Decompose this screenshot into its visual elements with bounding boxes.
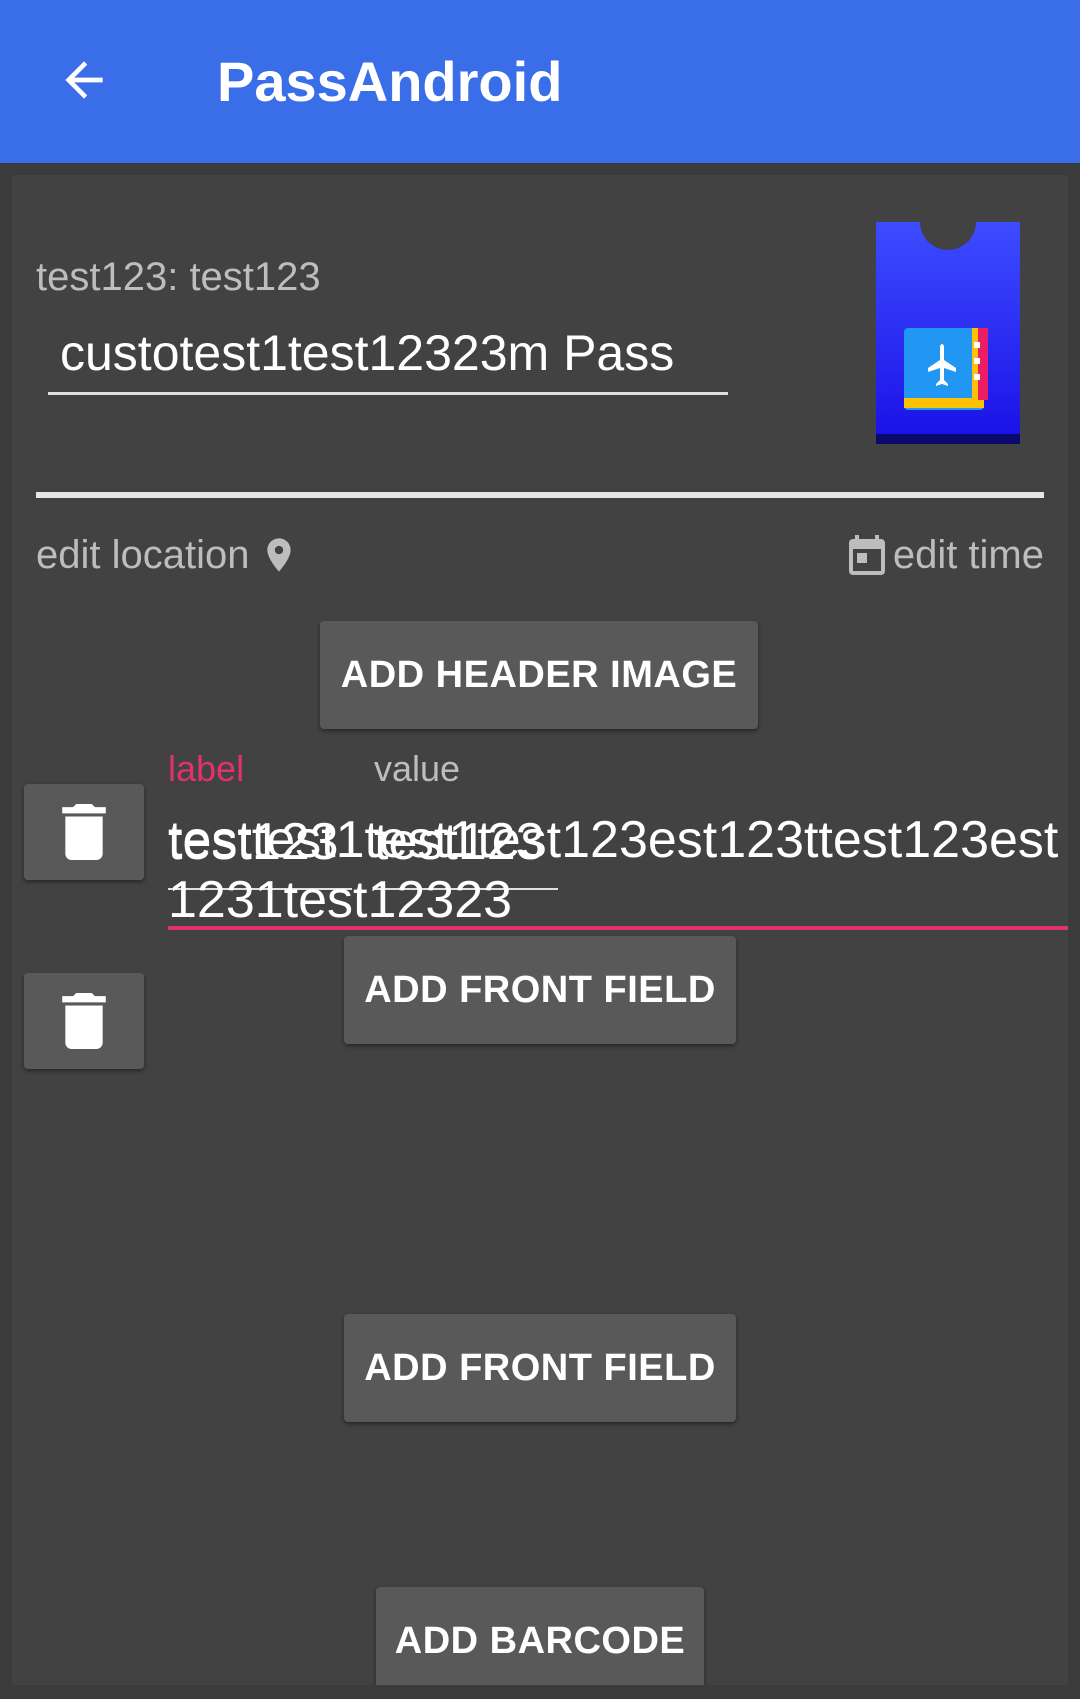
edit-location-label: edit location bbox=[36, 532, 250, 577]
app-bar: PassAndroid bbox=[0, 0, 1080, 163]
edit-location-button[interactable]: edit location bbox=[36, 527, 299, 583]
pass-type-label: test123: test123 bbox=[36, 255, 321, 299]
delete-field-button[interactable] bbox=[24, 784, 144, 880]
pass-ticket-icon[interactable] bbox=[876, 222, 1020, 444]
app-title: PassAndroid bbox=[217, 50, 563, 113]
field-value-overflow-input[interactable]: testtest1test1test123est123ttest123est12… bbox=[168, 810, 1068, 930]
arrow-back-icon bbox=[65, 61, 103, 99]
divider bbox=[36, 492, 1044, 498]
trash-icon bbox=[62, 804, 106, 860]
field-label-hint: label bbox=[168, 748, 245, 789]
edit-time-button[interactable]: edit time bbox=[843, 527, 1044, 583]
delete-field-button[interactable] bbox=[24, 973, 144, 1069]
calendar-icon bbox=[848, 535, 885, 575]
back-button[interactable] bbox=[52, 48, 116, 112]
pass-edit-card: test123: test123 custotest1test12323m Pa… bbox=[12, 175, 1068, 1685]
add-front-field-button[interactable]: ADD FRONT FIELD bbox=[344, 1314, 736, 1422]
trash-icon bbox=[62, 993, 106, 1049]
field-value-hint: value bbox=[374, 748, 461, 789]
add-barcode-button[interactable]: ADD BARCODE bbox=[376, 1587, 704, 1685]
add-front-field-button[interactable]: ADD FRONT FIELD bbox=[344, 936, 736, 1044]
map-pin-icon bbox=[267, 538, 292, 572]
add-header-image-button[interactable]: ADD HEADER IMAGE bbox=[320, 621, 758, 729]
pass-description-input[interactable]: custotest1test12323m Pass bbox=[48, 323, 728, 395]
edit-time-label: edit time bbox=[892, 532, 1044, 577]
